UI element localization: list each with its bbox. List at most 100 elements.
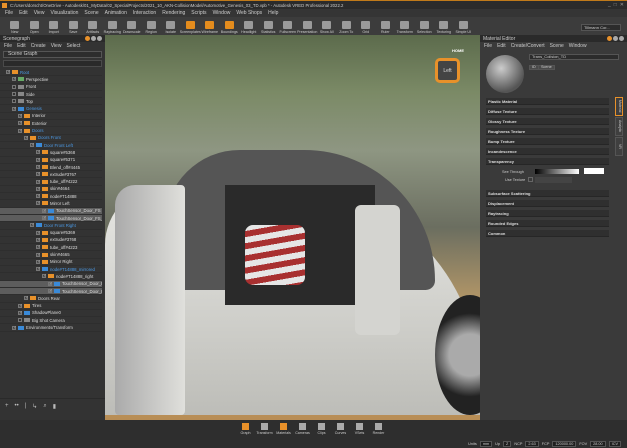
visibility-checkbox[interactable]: ✓ [30, 223, 34, 228]
transform-icon[interactable]: ↳ [32, 403, 37, 416]
section-displacement[interactable]: Displacement [486, 200, 609, 207]
visibility-checkbox[interactable]: ✓ [12, 77, 16, 82]
tab-vr[interactable]: VR [615, 137, 623, 156]
tree-node[interactable]: Side [0, 91, 102, 99]
visibility-checkbox[interactable]: ✓ [12, 106, 16, 111]
tree-node[interactable]: ✓ node#T14888_right [0, 273, 102, 281]
tree-node[interactable]: ✓ ShadowPlane0 [0, 310, 102, 318]
scenegraph-menu-view[interactable]: View [51, 43, 62, 49]
minimize-icon[interactable]: _ [608, 2, 611, 8]
visibility-checkbox[interactable]: ✓ [36, 267, 40, 272]
visibility-checkbox[interactable]: ✓ [42, 274, 46, 279]
tree-node[interactable]: ✓ Environments/Transform [0, 324, 102, 332]
visibility-checkbox[interactable]: ✓ [36, 230, 40, 235]
tree-node[interactable]: ✓ Root [0, 69, 102, 77]
tree-node[interactable]: ✓ skin#4664 [0, 186, 102, 194]
tree-node[interactable]: ✓ TouchSensor_Door_FS_int [0, 214, 102, 223]
toolbar-headlight-button[interactable]: Headlight [239, 17, 259, 35]
dock-vsets-button[interactable]: VSets [350, 420, 369, 435]
menu-help[interactable]: Help [268, 10, 278, 16]
scenegraph-menu-edit[interactable]: Edit [17, 43, 26, 49]
tree-node[interactable]: ✓ TouchSensor_Door_FS [0, 207, 102, 215]
tree-node[interactable]: ✓ node#T14888 [0, 193, 102, 201]
texture-path-field[interactable] [535, 177, 572, 183]
visibility-checkbox[interactable]: ✓ [18, 121, 22, 126]
toolbar-isolate-button[interactable]: Isolate [161, 17, 181, 35]
toolbar-transform-button[interactable]: Transform [395, 17, 415, 35]
section-diffuse-texture[interactable]: Diffuse Texture [486, 108, 609, 115]
menu-animation[interactable]: Animation [105, 10, 127, 16]
section-subsurface-scattering[interactable]: Subsurface Scattering [486, 190, 609, 197]
see-through-color-swatch[interactable] [584, 168, 604, 174]
section-roughness-texture[interactable]: Roughness Texture [486, 128, 609, 135]
dock-render-button[interactable]: Render [369, 420, 388, 435]
section-rounded-edges[interactable]: Rounded Edges [486, 220, 609, 227]
visibility-checkbox[interactable]: ✓ [36, 201, 40, 206]
material-menu-file[interactable]: File [484, 43, 492, 49]
visibility-checkbox[interactable]: ✓ [24, 135, 28, 140]
tab-analytic[interactable]: Analytic [615, 117, 623, 136]
toolbar-screenplates-button[interactable]: Screenplates [180, 17, 201, 35]
tree-node[interactable]: ✓ Tires [0, 303, 102, 310]
scenegraph-search-input[interactable] [3, 60, 102, 67]
menu-web-shops[interactable]: Web Shops [236, 10, 262, 16]
menu-scene[interactable]: Scene [84, 10, 98, 16]
close-panel-button[interactable] [619, 36, 624, 41]
tree-node[interactable]: ✓ Door Front Right [0, 222, 102, 230]
visibility-checkbox[interactable]: ✓ [48, 281, 52, 286]
scene-button[interactable]: Scene [538, 65, 555, 70]
toolbar-simple-ui-button[interactable]: Simple UI [454, 17, 474, 35]
maximize-icon[interactable]: □ [614, 2, 617, 8]
menu-visualization[interactable]: Visualization [50, 10, 78, 16]
ncp-field[interactable]: 2.63 [525, 441, 539, 447]
visibility-checkbox[interactable]: ✓ [18, 113, 22, 118]
menu-rendering[interactable]: Rendering [162, 10, 185, 16]
visibility-checkbox[interactable] [18, 318, 22, 323]
visibility-checkbox[interactable]: ✓ [42, 208, 46, 213]
toolbar-texturing-button[interactable]: Texturing [434, 17, 454, 35]
tree-node[interactable]: ✓ Mirror Left [0, 200, 102, 208]
section-incandescence[interactable]: Incandescence [486, 148, 609, 155]
tree-node[interactable]: ✓ Door Front Left [0, 142, 102, 150]
visibility-checkbox[interactable]: ✓ [36, 157, 40, 162]
dock-curves-button[interactable]: Curves [331, 420, 350, 435]
close-icon[interactable]: ✕ [620, 2, 624, 8]
tree-node[interactable]: ✓ TouchSensor_Door_BFL [0, 287, 102, 296]
toolbar-region-button[interactable]: Region [142, 17, 162, 35]
tree-node[interactable]: ✓ skin#4665 [0, 251, 102, 259]
tree-node[interactable]: ✓ Blend_off#4445 [0, 164, 102, 172]
fov-field[interactable]: 28.00 [590, 441, 606, 447]
toolbar-artifacts-button[interactable]: Artifacts [83, 17, 103, 35]
units-select[interactable]: mm [479, 441, 493, 447]
tree-node[interactable]: ✓ Exterior [0, 120, 102, 128]
visibility-checkbox[interactable]: ✓ [12, 325, 16, 330]
use-texture-checkbox[interactable] [528, 177, 533, 182]
toolbar-new-button[interactable]: New [5, 17, 25, 35]
tree-node[interactable]: ✓ tube_off#4222 [0, 178, 102, 186]
visibility-checkbox[interactable]: ✓ [18, 303, 22, 308]
scenegraph-menu-create[interactable]: Create [31, 43, 46, 49]
visibility-checkbox[interactable] [12, 99, 16, 104]
pin-button[interactable] [91, 36, 96, 41]
tree-node[interactable]: ✓ square#5368 [0, 149, 102, 157]
visibility-checkbox[interactable] [12, 84, 16, 89]
toolbar-selection-button[interactable]: Selection [415, 17, 435, 35]
tree-node[interactable]: ✓ Perspective [0, 76, 102, 84]
tree-node[interactable]: ✓ square#5371 [0, 157, 102, 164]
toolbar-raytracing-button[interactable]: Raytracing [103, 17, 123, 35]
delete-icon[interactable]: ▮ [53, 403, 56, 416]
visibility-checkbox[interactable]: ✓ [24, 296, 28, 301]
menu-window[interactable]: Window [213, 10, 231, 16]
visibility-checkbox[interactable]: ✓ [30, 143, 34, 148]
menu-view[interactable]: View [34, 10, 45, 16]
scenegraph-menu-select[interactable]: Select [66, 43, 80, 49]
material-menu-edit[interactable]: Edit [497, 43, 506, 49]
navigation-cube[interactable]: Left [435, 58, 460, 83]
visibility-checkbox[interactable]: ✓ [36, 194, 40, 199]
tree-node[interactable]: ✓ Doors [0, 127, 102, 135]
toolbar-grid-button[interactable]: Grid [356, 17, 376, 35]
toolbar-save-button[interactable]: Save [64, 17, 84, 35]
visibility-checkbox[interactable]: ✓ [48, 289, 52, 294]
see-through-slider[interactable] [535, 169, 579, 174]
visibility-checkbox[interactable]: ✓ [36, 259, 40, 264]
